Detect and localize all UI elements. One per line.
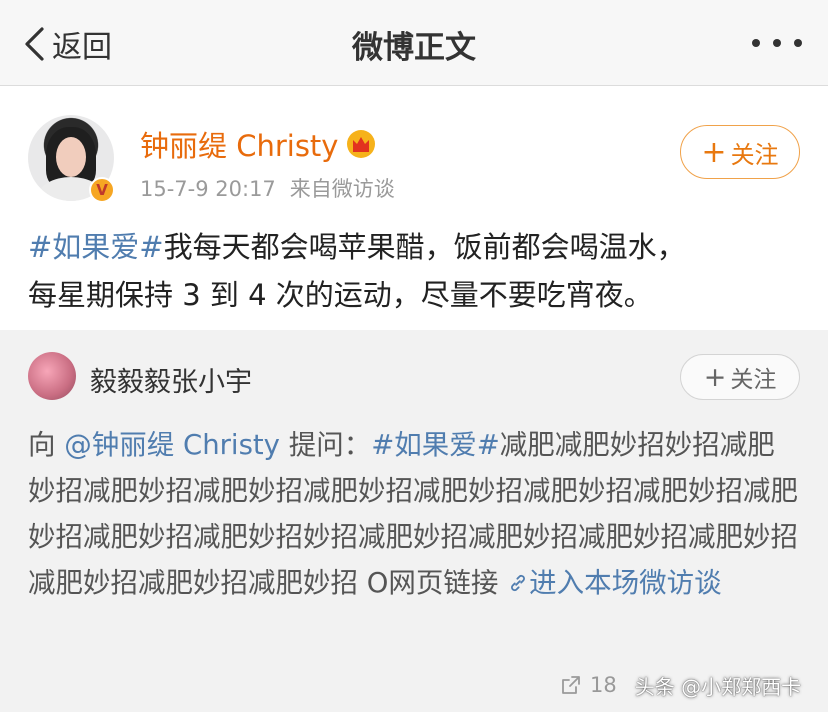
asker-name[interactable]: 毅毅毅张小宇 xyxy=(90,360,252,399)
author-name[interactable]: 钟丽缇 Christy xyxy=(140,123,338,165)
chevron-left-icon xyxy=(25,27,44,61)
more-dots-icon[interactable] xyxy=(752,30,802,56)
hashtag-link[interactable]: #如果爱# xyxy=(28,230,164,264)
mention-link[interactable]: @钟丽缇 Christy xyxy=(64,429,280,461)
page-title: 微博正文 xyxy=(352,30,476,66)
follow-button[interactable]: + 关注 xyxy=(680,125,800,179)
weibo-post: V 钟丽缇 Christy 15-7-9 20:17 来自微访谈 + 关注 #如果… xyxy=(0,87,828,330)
interview-link-label: 进入本场微访谈 xyxy=(529,567,722,599)
question-prefix: 向 xyxy=(28,429,56,461)
question-text: 向 @钟丽缇 Christy 提问：#如果爱#减肥减肥妙招妙招减肥妙招减肥妙招减… xyxy=(28,422,800,606)
question-hashtag[interactable]: #如果爱# xyxy=(371,429,500,461)
quoted-question-card[interactable]: 毅毅毅张小宇 + 关注 向 @钟丽缇 Christy 提问：#如果爱#减肥减肥妙… xyxy=(0,330,828,712)
back-button[interactable]: 返回 xyxy=(22,24,112,65)
post-time: 15-7-9 20:17 xyxy=(140,177,276,201)
plus-icon: + xyxy=(703,361,727,393)
asker-avatar[interactable] xyxy=(28,352,76,400)
plus-icon: + xyxy=(701,134,727,170)
back-label: 返回 xyxy=(52,30,112,65)
post-text: #如果爱#我每天都会喝苹果醋，饭前都会喝温水， 每星期保持 3 到 4 次的运动… xyxy=(28,223,808,319)
interview-link[interactable]: 进入本场微访谈 xyxy=(507,567,722,599)
post-text-line2: 每星期保持 3 到 4 次的运动，尽量不要吃宵夜。 xyxy=(28,278,653,312)
post-text-line1: 我每天都会喝苹果醋，饭前都会喝温水， xyxy=(163,230,686,264)
share-icon[interactable] xyxy=(560,674,582,696)
watermark: 头条 @小郑郑西卡 xyxy=(634,674,802,699)
nav-bar: 返回 微博正文 xyxy=(0,0,828,86)
follow-asker-label: 关注 xyxy=(730,367,777,393)
verified-v-icon: V xyxy=(89,177,115,203)
follow-asker-button[interactable]: + 关注 xyxy=(680,354,800,400)
follow-label: 关注 xyxy=(730,140,779,169)
ask-word: 提问： xyxy=(288,429,372,461)
link-icon xyxy=(511,574,526,592)
author-row: 钟丽缇 Christy xyxy=(140,123,376,165)
share-count: 18 xyxy=(590,673,617,697)
post-meta: 15-7-9 20:17 来自微访谈 xyxy=(140,173,395,203)
card-footer: 18 头条 @小郑郑西卡 xyxy=(560,668,801,702)
crown-icon xyxy=(347,130,376,158)
web-link[interactable]: O网页链接 xyxy=(367,567,499,599)
post-source[interactable]: 来自微访谈 xyxy=(290,177,395,201)
